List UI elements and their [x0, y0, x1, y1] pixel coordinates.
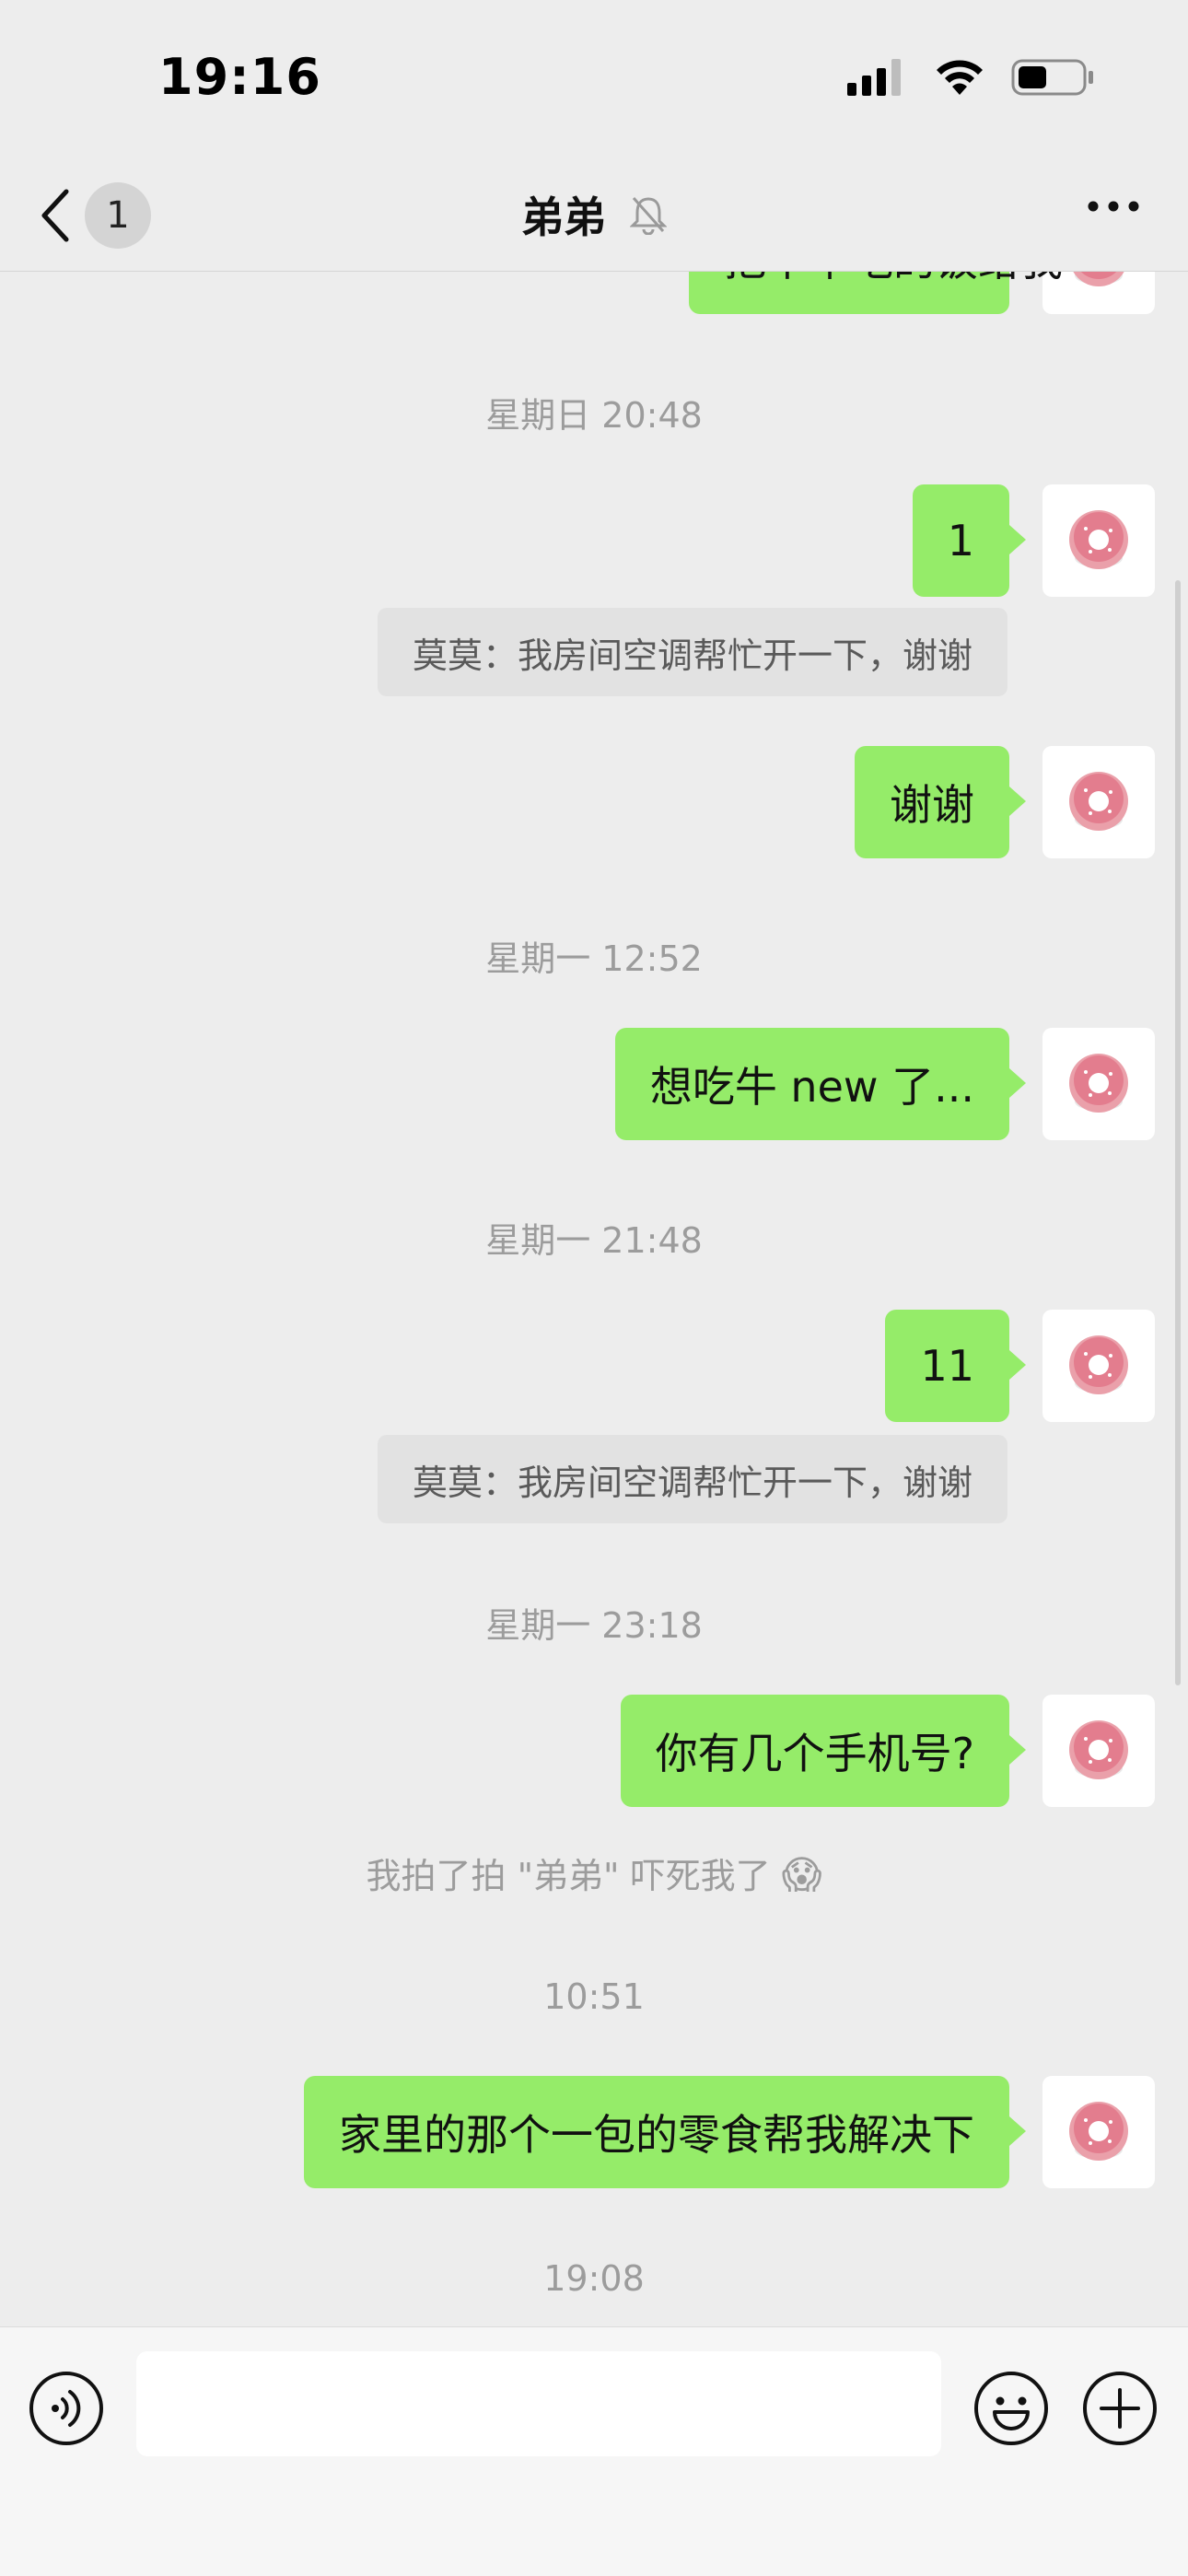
timestamp: 星期一 12:52: [485, 938, 703, 979]
avatar[interactable]: [1042, 746, 1155, 858]
avatar[interactable]: [1042, 484, 1155, 597]
message-bubble[interactable]: 家里的那个一包的零食帮我解决下: [304, 2076, 1026, 2188]
timestamp: 星期日 20:48: [485, 395, 703, 436]
message-row: 把中午吃的饭给我: [689, 271, 1155, 314]
signal-icon: [847, 59, 901, 96]
message-bubble[interactable]: 1: [912, 484, 1027, 597]
avatar[interactable]: [1042, 1310, 1155, 1422]
timestamp: 星期一 23:18: [485, 1605, 703, 1646]
donut-avatar-icon: [1069, 1335, 1128, 1394]
message-bubble[interactable]: 你有几个手机号?: [620, 1695, 1027, 1807]
wifi-icon: [937, 60, 983, 95]
emoji-icon[interactable]: [973, 2370, 1050, 2447]
status-bar: 19:16: [0, 0, 1188, 157]
more-icon[interactable]: [1087, 197, 1140, 216]
status-time: 19:16: [158, 48, 321, 106]
donut-avatar-icon: [1069, 2102, 1128, 2161]
message-row: 1: [912, 484, 1155, 597]
chat-title-area: 弟弟: [0, 184, 1188, 245]
chat-messages[interactable]: 把中午吃的饭给我 星期日 20:48 1 莫莫：我房间空调帮忙开一下，谢谢 谢谢…: [0, 271, 1188, 2326]
mute-bell-icon: [630, 197, 667, 235]
message-bubble[interactable]: 谢谢: [855, 746, 1026, 858]
scream-emoji: 😱: [781, 1852, 822, 1897]
message-bubble[interactable]: 想吃牛 new 了...: [614, 1028, 1027, 1140]
donut-avatar-icon: [1069, 1720, 1128, 1779]
plus-icon[interactable]: [1081, 2370, 1159, 2447]
message-row: 家里的那个一包的零食帮我解决下: [304, 2076, 1155, 2188]
message-row: 谢谢: [855, 746, 1155, 858]
message-bubble[interactable]: 11: [885, 1310, 1026, 1422]
avatar[interactable]: [1042, 1028, 1155, 1140]
donut-avatar-icon: [1069, 510, 1128, 569]
message-row: 你有几个手机号?: [620, 1695, 1155, 1807]
timestamp: 19:08: [543, 2258, 645, 2299]
message-input[interactable]: [136, 2351, 941, 2456]
message-row: 想吃牛 new 了...: [614, 1028, 1155, 1140]
avatar[interactable]: [1042, 2076, 1155, 2188]
chat-nav-bar: 1 弟弟: [0, 157, 1188, 272]
voice-icon[interactable]: [28, 2370, 105, 2447]
message-row: 11: [885, 1310, 1155, 1422]
pat-text: 我拍了拍 "弟弟" 吓死我了: [366, 1856, 771, 1896]
avatar[interactable]: [1042, 1695, 1155, 1807]
quoted-message[interactable]: 莫莫：我房间空调帮忙开一下，谢谢: [377, 608, 1007, 696]
input-bar: [0, 2326, 1188, 2576]
donut-avatar-icon: [1069, 1054, 1128, 1113]
battery-icon: [1011, 59, 1093, 96]
quoted-message[interactable]: 莫莫：我房间空调帮忙开一下，谢谢: [377, 1435, 1007, 1523]
timestamp: 星期一 21:48: [485, 1220, 703, 1261]
donut-avatar-icon: [1069, 772, 1128, 831]
pat-system-message: 我拍了拍 "弟弟" 吓死我了 😱: [0, 1847, 1188, 1898]
message-bubble[interactable]: 把中午吃的饭给我: [689, 271, 1063, 314]
donut-avatar-icon: [1072, 271, 1125, 286]
status-icons: [847, 57, 1096, 98]
chat-title: 弟弟: [520, 192, 606, 242]
timestamp: 10:51: [543, 1976, 645, 2017]
chat-scrollbar[interactable]: [1175, 580, 1181, 1685]
